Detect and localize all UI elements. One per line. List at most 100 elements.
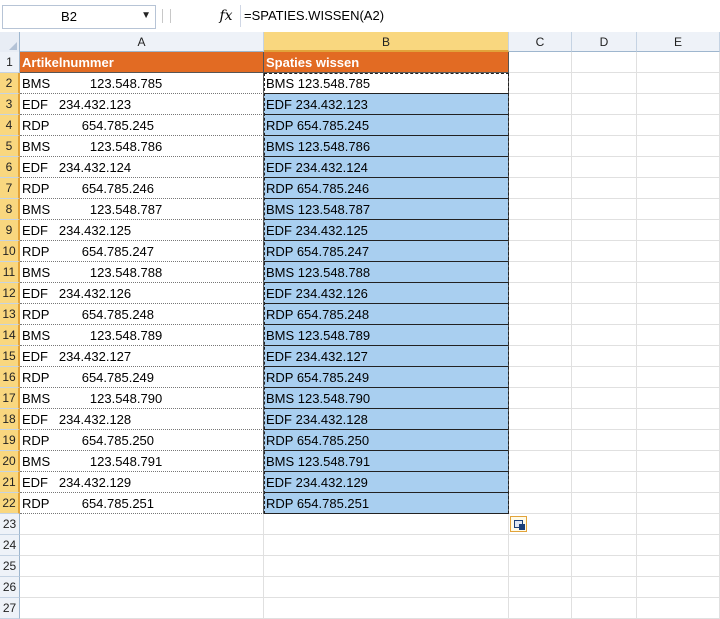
cell-b25[interactable] xyxy=(264,556,509,577)
row-header-15[interactable]: 15 xyxy=(0,346,20,367)
cell-d14[interactable] xyxy=(572,325,637,346)
cell-d4[interactable] xyxy=(572,115,637,136)
cell-d6[interactable] xyxy=(572,157,637,178)
cell-c11[interactable] xyxy=(509,262,572,283)
formula-input[interactable]: =SPATIES.WISSEN(A2) xyxy=(244,5,714,27)
cell-c21[interactable] xyxy=(509,472,572,493)
row-header-17[interactable]: 17 xyxy=(0,388,20,409)
cell-e12[interactable] xyxy=(637,283,720,304)
cell-a13[interactable]: RDP 654.785.248 xyxy=(20,304,264,325)
cell-d26[interactable] xyxy=(572,577,637,598)
cell-d20[interactable] xyxy=(572,451,637,472)
cell-b1[interactable]: Spaties wissen xyxy=(264,52,509,73)
cell-b10[interactable]: RDP 654.785.247 xyxy=(264,241,509,262)
cell-a15[interactable]: EDF 234.432.127 xyxy=(20,346,264,367)
cell-a25[interactable] xyxy=(20,556,264,577)
cell-d24[interactable] xyxy=(572,535,637,556)
cell-d27[interactable] xyxy=(572,598,637,619)
cell-a1[interactable]: Artikelnummer xyxy=(20,52,264,73)
cell-d16[interactable] xyxy=(572,367,637,388)
row-header-16[interactable]: 16 xyxy=(0,367,20,388)
row-header-27[interactable]: 27 xyxy=(0,598,20,619)
row-header-18[interactable]: 18 xyxy=(0,409,20,430)
cell-b6[interactable]: EDF 234.432.124 xyxy=(264,157,509,178)
cell-a22[interactable]: RDP 654.785.251 xyxy=(20,493,264,514)
row-header-11[interactable]: 11 xyxy=(0,262,20,283)
cell-e16[interactable] xyxy=(637,367,720,388)
cell-b27[interactable] xyxy=(264,598,509,619)
cell-e1[interactable] xyxy=(637,52,720,73)
cell-a26[interactable] xyxy=(20,577,264,598)
cell-b15[interactable]: EDF 234.432.127 xyxy=(264,346,509,367)
cell-e24[interactable] xyxy=(637,535,720,556)
cell-e15[interactable] xyxy=(637,346,720,367)
row-header-7[interactable]: 7 xyxy=(0,178,20,199)
cell-e21[interactable] xyxy=(637,472,720,493)
cell-b4[interactable]: RDP 654.785.245 xyxy=(264,115,509,136)
cell-c10[interactable] xyxy=(509,241,572,262)
cell-e17[interactable] xyxy=(637,388,720,409)
cell-b7[interactable]: RDP 654.785.246 xyxy=(264,178,509,199)
cell-b26[interactable] xyxy=(264,577,509,598)
cell-e6[interactable] xyxy=(637,157,720,178)
cell-c20[interactable] xyxy=(509,451,572,472)
cell-c14[interactable] xyxy=(509,325,572,346)
cell-d18[interactable] xyxy=(572,409,637,430)
cell-c18[interactable] xyxy=(509,409,572,430)
cell-d8[interactable] xyxy=(572,199,637,220)
row-header-20[interactable]: 20 xyxy=(0,451,20,472)
cell-e10[interactable] xyxy=(637,241,720,262)
cell-c8[interactable] xyxy=(509,199,572,220)
cell-d12[interactable] xyxy=(572,283,637,304)
cell-e27[interactable] xyxy=(637,598,720,619)
cell-e13[interactable] xyxy=(637,304,720,325)
cell-a6[interactable]: EDF 234.432.124 xyxy=(20,157,264,178)
cell-c17[interactable] xyxy=(509,388,572,409)
row-header-25[interactable]: 25 xyxy=(0,556,20,577)
row-header-13[interactable]: 13 xyxy=(0,304,20,325)
cell-b5[interactable]: BMS 123.548.786 xyxy=(264,136,509,157)
cell-c15[interactable] xyxy=(509,346,572,367)
row-header-9[interactable]: 9 xyxy=(0,220,20,241)
cell-a4[interactable]: RDP 654.785.245 xyxy=(20,115,264,136)
row-header-4[interactable]: 4 xyxy=(0,115,20,136)
cell-d10[interactable] xyxy=(572,241,637,262)
cell-a19[interactable]: RDP 654.785.250 xyxy=(20,430,264,451)
cell-b3[interactable]: EDF 234.432.123 xyxy=(264,94,509,115)
formula-bar-grip[interactable] xyxy=(158,5,198,27)
column-header-c[interactable]: C xyxy=(509,32,572,52)
cell-e11[interactable] xyxy=(637,262,720,283)
column-header-a[interactable]: A xyxy=(20,32,264,52)
cell-b8[interactable]: BMS 123.548.787 xyxy=(264,199,509,220)
cell-b22[interactable]: RDP 654.785.251 xyxy=(264,493,509,514)
column-header-d[interactable]: D xyxy=(572,32,637,52)
cell-c19[interactable] xyxy=(509,430,572,451)
cell-c13[interactable] xyxy=(509,304,572,325)
cell-a17[interactable]: BMS 123.548.790 xyxy=(20,388,264,409)
cell-a23[interactable] xyxy=(20,514,264,535)
cell-d1[interactable] xyxy=(572,52,637,73)
cell-c1[interactable] xyxy=(509,52,572,73)
cell-b21[interactable]: EDF 234.432.129 xyxy=(264,472,509,493)
cell-e8[interactable] xyxy=(637,199,720,220)
row-header-10[interactable]: 10 xyxy=(0,241,20,262)
cell-e2[interactable] xyxy=(637,73,720,94)
cell-d9[interactable] xyxy=(572,220,637,241)
cell-c7[interactable] xyxy=(509,178,572,199)
cell-b9[interactable]: EDF 234.432.125 xyxy=(264,220,509,241)
cell-e18[interactable] xyxy=(637,409,720,430)
cell-b20[interactable]: BMS 123.548.791 xyxy=(264,451,509,472)
cell-c2[interactable] xyxy=(509,73,572,94)
cell-e26[interactable] xyxy=(637,577,720,598)
row-header-6[interactable]: 6 xyxy=(0,157,20,178)
cell-e4[interactable] xyxy=(637,115,720,136)
cell-b2[interactable]: BMS 123.548.785 xyxy=(264,73,509,94)
cell-a10[interactable]: RDP 654.785.247 xyxy=(20,241,264,262)
row-header-14[interactable]: 14 xyxy=(0,325,20,346)
cell-a21[interactable]: EDF 234.432.129 xyxy=(20,472,264,493)
cell-b19[interactable]: RDP 654.785.250 xyxy=(264,430,509,451)
cell-d25[interactable] xyxy=(572,556,637,577)
row-header-12[interactable]: 12 xyxy=(0,283,20,304)
cell-c24[interactable] xyxy=(509,535,572,556)
row-header-26[interactable]: 26 xyxy=(0,577,20,598)
